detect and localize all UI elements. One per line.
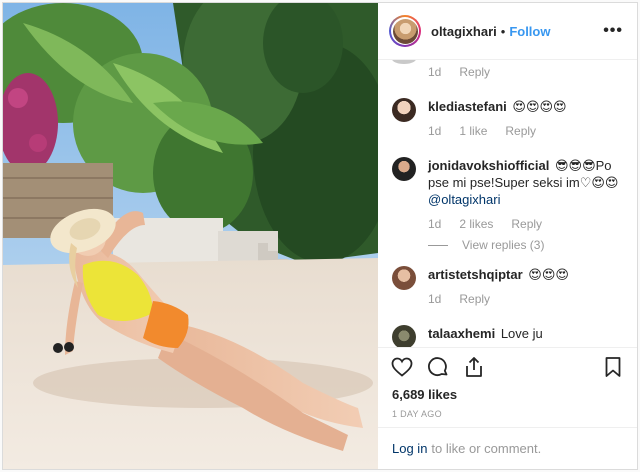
comment-avatar[interactable] [392,325,416,347]
comment-time: 1d [428,124,442,138]
comment-icon[interactable] [426,355,450,379]
view-replies-line [428,244,448,246]
comment-username[interactable]: jonidavokshiofficial [428,158,549,173]
comment-item: 1d Reply [392,60,623,81]
separator-dot: • [500,23,506,39]
post-actions [378,347,637,385]
author-avatar[interactable] [389,15,421,47]
comment-likes[interactable]: 1 like [459,123,487,140]
comment-username[interactable]: klediastefani [428,99,507,114]
view-replies-label: View replies (3) [462,238,545,252]
reply-button[interactable]: Reply [459,291,490,308]
beach-photo [3,3,378,469]
comment-avatar[interactable] [392,60,416,64]
view-replies-button[interactable]: View replies (3) [428,238,544,252]
author-avatar-image [392,18,418,44]
comment-item: artistetshqiptar 😍😍😍 1d Reply [392,266,623,308]
reply-button[interactable]: Reply [459,64,490,81]
post-panel: oltagixhari • Follow ••• 1d Reply kledia [378,3,637,469]
comment-time: 1d [428,292,442,306]
comment-avatar[interactable] [392,98,416,122]
login-prompt: Log in to like or comment. [378,427,637,469]
reply-button[interactable]: Reply [505,123,536,140]
comment-time: 1d [428,217,442,231]
comment-time: 1d [428,65,442,79]
post-timestamp: 1 DAY AGO [392,409,442,419]
comment-text: 😍😍😍😍 [512,99,567,114]
comment-item: talaaxhemi Love ju [392,325,623,347]
login-prompt-text: to like or comment. [431,441,542,456]
comment-mention-link[interactable]: @oltagixhari [428,191,623,208]
bookmark-icon[interactable] [601,355,625,379]
heart-icon[interactable] [390,355,414,379]
author-username[interactable]: oltagixhari [431,24,497,39]
comment-username[interactable]: artistetshqiptar [428,267,523,282]
more-options-icon[interactable]: ••• [603,22,623,40]
comment-likes[interactable]: 2 likes [459,216,493,233]
comment-avatar[interactable] [392,157,416,181]
instagram-post: oltagixhari • Follow ••• 1d Reply kledia [2,2,638,470]
comment-item: klediastefani 😍😍😍😍 1d 1 like Reply [392,98,623,140]
comment-avatar[interactable] [392,266,416,290]
reply-button[interactable]: Reply [511,216,542,233]
post-photo[interactable] [3,3,378,469]
share-icon[interactable] [462,355,486,379]
likes-count[interactable]: 6,689 likes [378,385,637,405]
comment-text: 😍😍😍 [528,267,569,282]
comments-list[interactable]: 1d Reply klediastefani 😍😍😍😍 1d 1 like Re… [378,60,637,347]
comment-item: jonidavokshiofficial 😎😎😎Po pse mi pse!Su… [392,157,623,233]
login-link[interactable]: Log in [392,441,427,456]
comment-text: Love ju [500,326,543,341]
comment-username[interactable]: talaaxhemi [428,326,495,341]
follow-button[interactable]: Follow [509,24,550,39]
post-header: oltagixhari • Follow ••• [378,3,637,60]
